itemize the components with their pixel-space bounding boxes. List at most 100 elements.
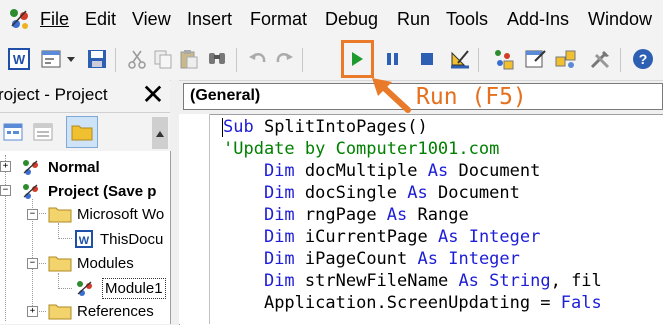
scroll-up-arrow[interactable] [152,117,168,149]
code-text: docSingle [294,183,408,203]
tree-item-project[interactable]: Project (Save p [20,180,156,202]
redo-icon[interactable] [271,46,297,72]
code-line[interactable]: Application.ScreenUpdating = Fals [223,292,602,314]
code-margin-indicator-bar[interactable] [179,114,210,324]
project-icon [23,184,38,199]
find-icon[interactable] [204,46,230,72]
code-text: strNewFileName [294,271,459,291]
code-comment: 'Update by Computer1001.com [223,139,500,159]
design-mode-icon[interactable] [447,46,473,72]
close-icon[interactable]: ✕ [140,81,166,109]
code-text: SplitIntoPages() [253,117,428,137]
code-text: Document [427,183,520,203]
code-line[interactable]: Dim iCurrentPage As Integer [223,226,540,248]
properties-window-icon[interactable] [522,46,548,72]
code-text: iCurrentPage [294,227,438,247]
code-line[interactable]: Dim strNewFileName As String, fil [223,270,602,292]
toolbar-separator [478,48,479,72]
expand-toggle[interactable]: + [27,306,38,317]
expand-toggle[interactable]: + [0,161,11,172]
menu-view[interactable]: View [132,9,171,30]
menu-window[interactable]: Window [588,9,652,30]
project-tree[interactable]: + Normal − Project (Save p − Microsoft W… [0,151,171,324]
tree-item-normal[interactable]: Normal [20,156,100,178]
toggle-folders-icon[interactable] [66,116,98,148]
standard-toolbar: W ? [0,38,663,81]
module-icon [77,281,92,296]
menu-edit[interactable]: Edit [85,9,116,30]
menu-debug[interactable]: Debug [325,9,378,30]
menu-insert[interactable]: Insert [187,9,232,30]
code-line[interactable]: Dim rngPage As Range [223,204,469,226]
collapse-toggle[interactable]: − [27,258,38,269]
code-line[interactable]: Dim docMultiple As Document [223,160,540,182]
save-icon[interactable] [84,46,110,72]
menu-tools[interactable]: Tools [446,9,488,30]
tree-line [58,223,59,239]
project-explorer-icon[interactable] [490,46,516,72]
reset-icon[interactable] [414,46,440,72]
object-browser-icon[interactable] [553,46,579,72]
menu-run[interactable]: Run [397,9,430,30]
code-keyword: As [417,249,438,269]
copy-icon[interactable] [150,46,176,72]
code-line[interactable]: 'Update by Computer1001.com [223,138,499,160]
menu-add-ins[interactable]: Add-Ins [507,9,569,30]
project-pane-title-bar: roject - Project ✕ [0,80,170,113]
collapse-toggle[interactable]: − [27,209,38,220]
project-icon [23,160,38,175]
toolbar-separator [236,48,237,72]
text-cursor [222,118,223,137]
folder-icon [48,207,72,223]
collapse-toggle[interactable]: − [0,185,11,196]
code-text: iPageCount [294,249,418,269]
help-icon[interactable]: ? [630,46,656,72]
toolbox-icon[interactable] [587,46,613,72]
insert-userform-icon[interactable] [38,46,64,72]
code-line[interactable]: Dim docSingle As Document [223,182,520,204]
code-text: docMultiple [294,161,428,181]
tree-item-label: Modules [77,254,134,272]
code-keyword: Sub [223,117,254,137]
tree-item-module1[interactable]: Module1 [74,277,166,299]
folder-icon [48,256,72,272]
view-object-icon[interactable] [30,119,56,145]
word-icon[interactable]: W [6,46,32,72]
paste-icon[interactable] [176,46,202,72]
cut-icon[interactable] [124,46,150,72]
pane-splitter[interactable] [171,80,179,324]
run-button-highlight [341,40,374,78]
svg-text:?: ? [639,51,648,67]
vba-app-icon[interactable] [6,6,32,32]
tree-line [58,238,72,239]
code-line[interactable]: Dim iPageCount As Integer [223,248,520,270]
code-keyword: As [458,271,479,291]
code-line[interactable]: Sub SplitIntoPages() [223,116,428,138]
dropdown-arrow-icon[interactable] [63,46,79,72]
tree-item-label: References [77,302,154,320]
tree-item-thisdocument[interactable]: W ThisDocu [74,228,163,250]
tree-item-microsoft-word-objects[interactable]: Microsoft Wo [48,203,164,225]
tree-line [5,155,6,321]
menu-file[interactable]: File [40,9,69,30]
toolbar-separator [302,48,303,72]
code-text: Document [448,161,541,181]
tree-item-modules[interactable]: Modules [48,252,134,274]
tree-line [58,273,59,289]
code-keyword: As [386,205,408,225]
menu-format[interactable]: Format [250,9,307,30]
undo-icon[interactable] [245,46,271,72]
break-icon[interactable] [380,46,406,72]
code-text: Application.ScreenUpdating = [263,293,561,313]
code-keyword: Dim [263,227,295,247]
view-code-icon[interactable] [0,119,26,145]
annotation-label: Run (F5) [416,84,527,110]
word-document-icon: W [75,230,93,248]
tree-item-references[interactable]: References [48,300,154,322]
tree-item-label: Normal [48,158,100,176]
